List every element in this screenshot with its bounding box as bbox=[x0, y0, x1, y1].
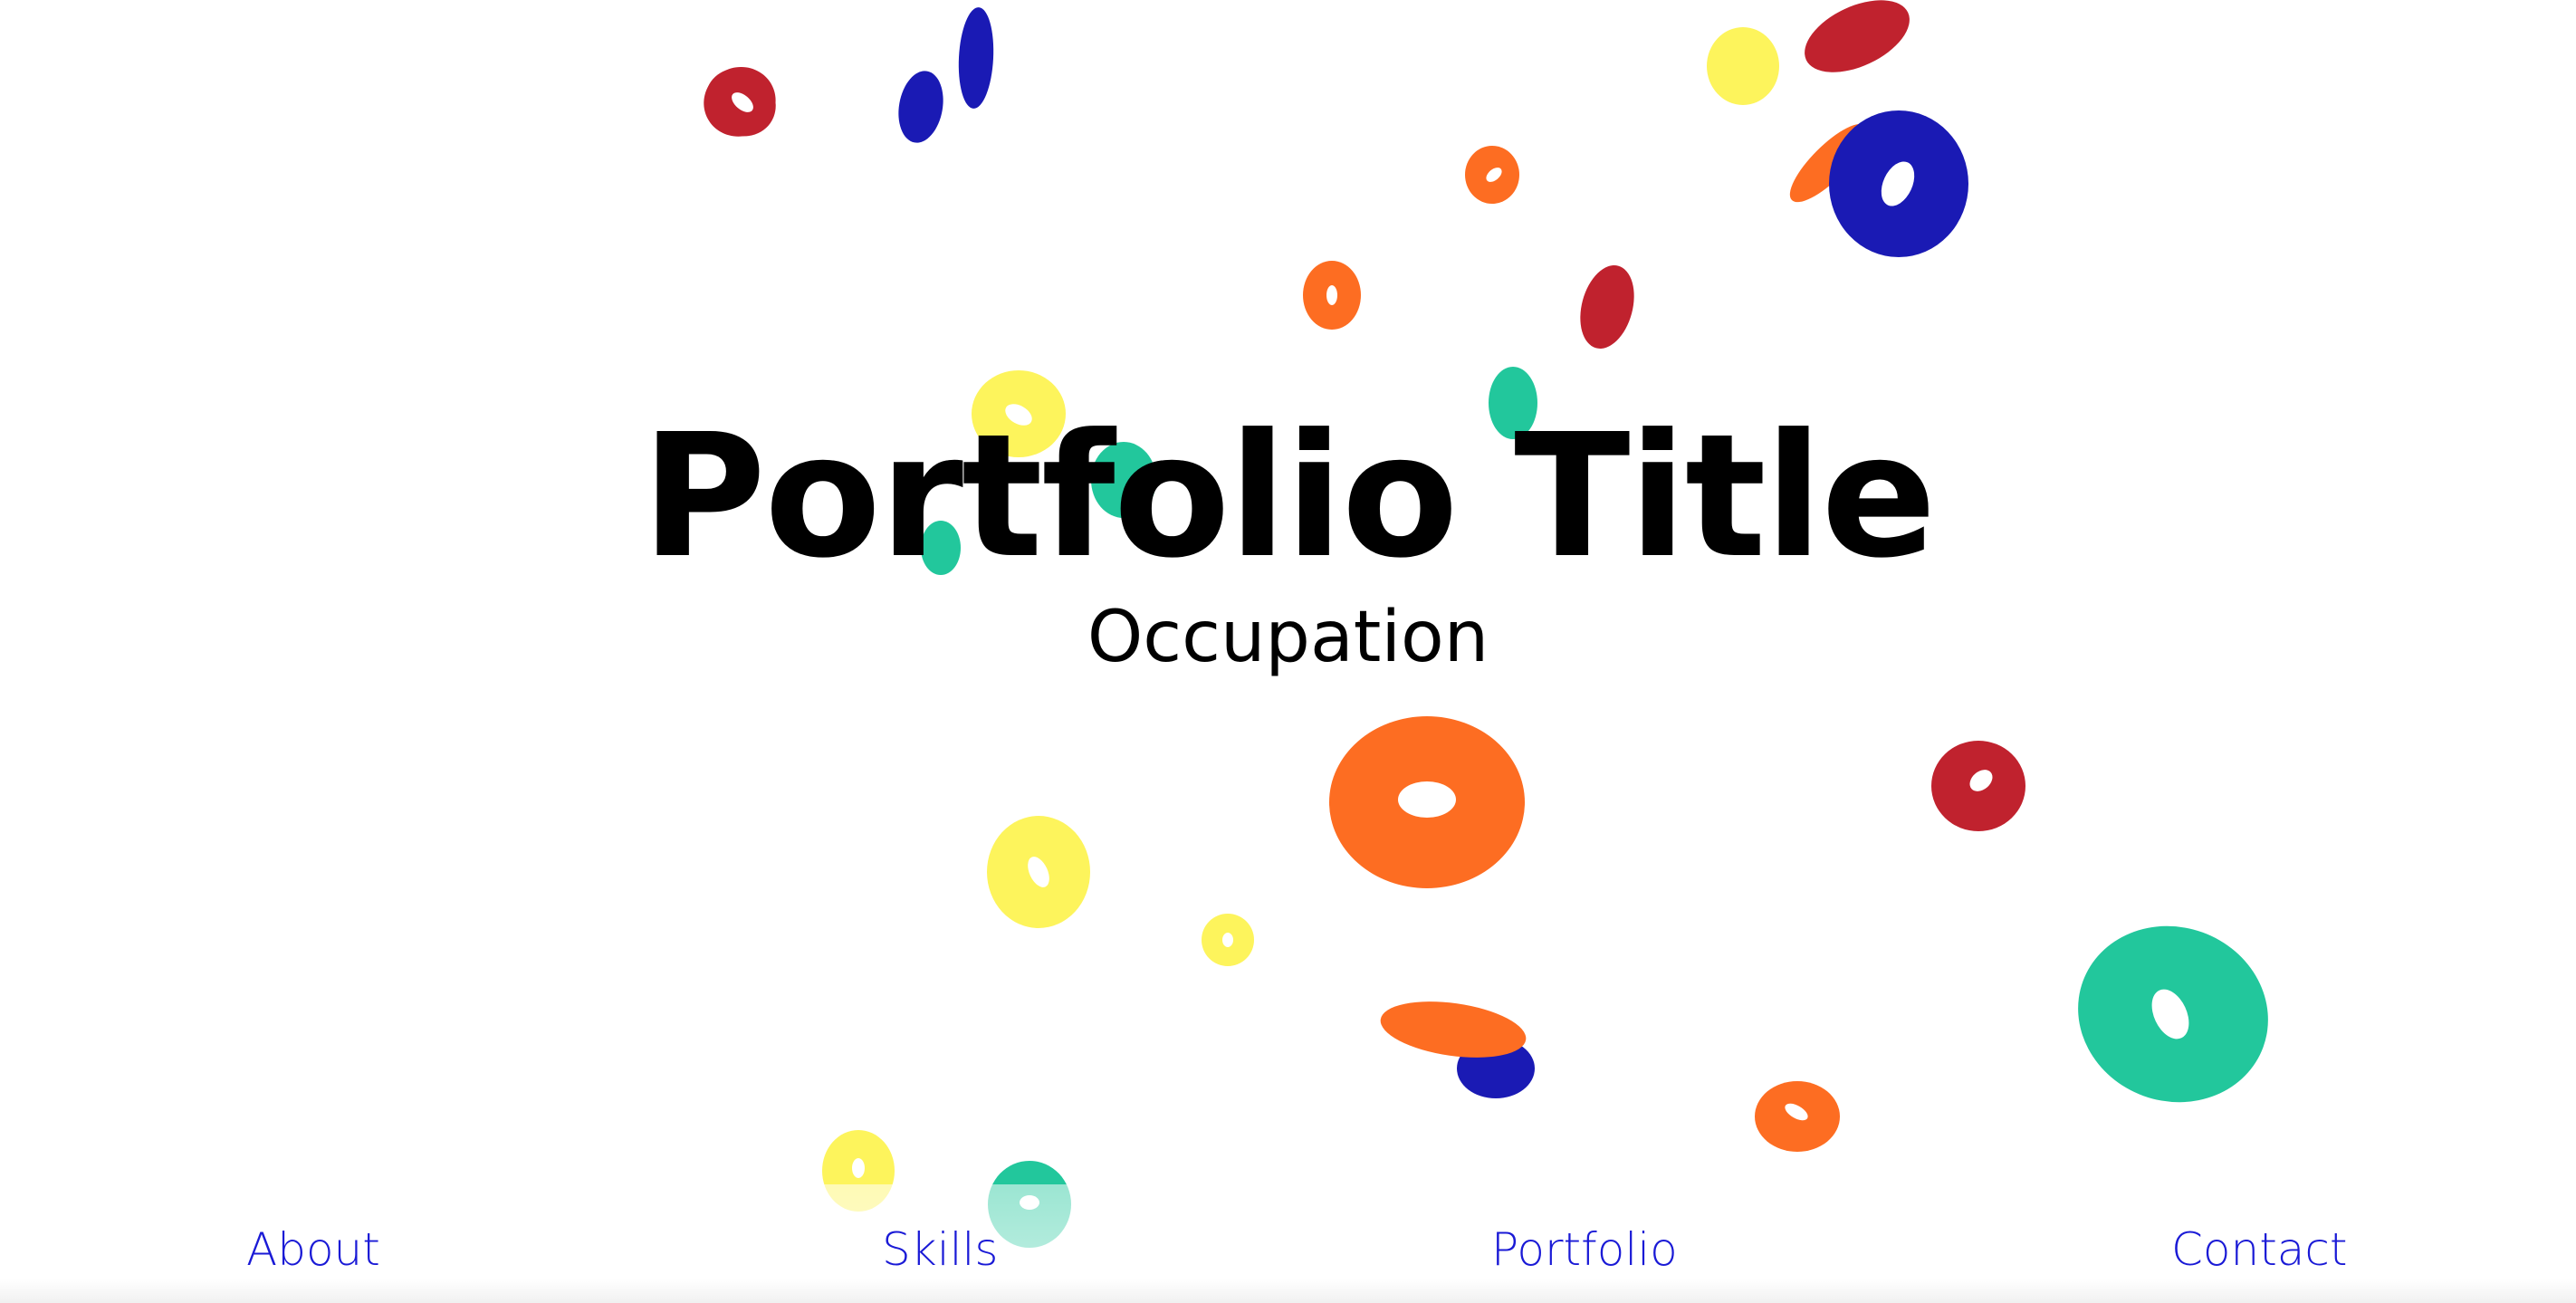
green-donut bbox=[1091, 442, 1156, 518]
donut-hole bbox=[852, 1158, 865, 1178]
green-donut bbox=[921, 521, 961, 575]
floating-donuts-canvas bbox=[704, 0, 2268, 1248]
blue-donut bbox=[958, 7, 994, 109]
nav-link-about[interactable]: About bbox=[246, 1213, 380, 1286]
red-donut bbox=[1580, 265, 1634, 349]
nav-link-contact[interactable]: Contact bbox=[2171, 1213, 2348, 1286]
yellow-donut bbox=[1707, 27, 1779, 105]
donut-hole bbox=[1222, 933, 1233, 947]
nav-link-skills[interactable]: Skills bbox=[882, 1213, 998, 1286]
donut-hole bbox=[1398, 781, 1456, 818]
bottom-navigation: About Skills Portfolio Contact bbox=[0, 1213, 2576, 1286]
donut-hole bbox=[1326, 285, 1337, 305]
page: Portfolio Title Occupation About Skills … bbox=[0, 0, 2576, 1303]
blue-donut bbox=[898, 71, 943, 143]
red-donut bbox=[1805, 0, 1910, 72]
nav-link-portfolio[interactable]: Portfolio bbox=[1491, 1213, 1678, 1286]
green-donut bbox=[1489, 367, 1537, 439]
